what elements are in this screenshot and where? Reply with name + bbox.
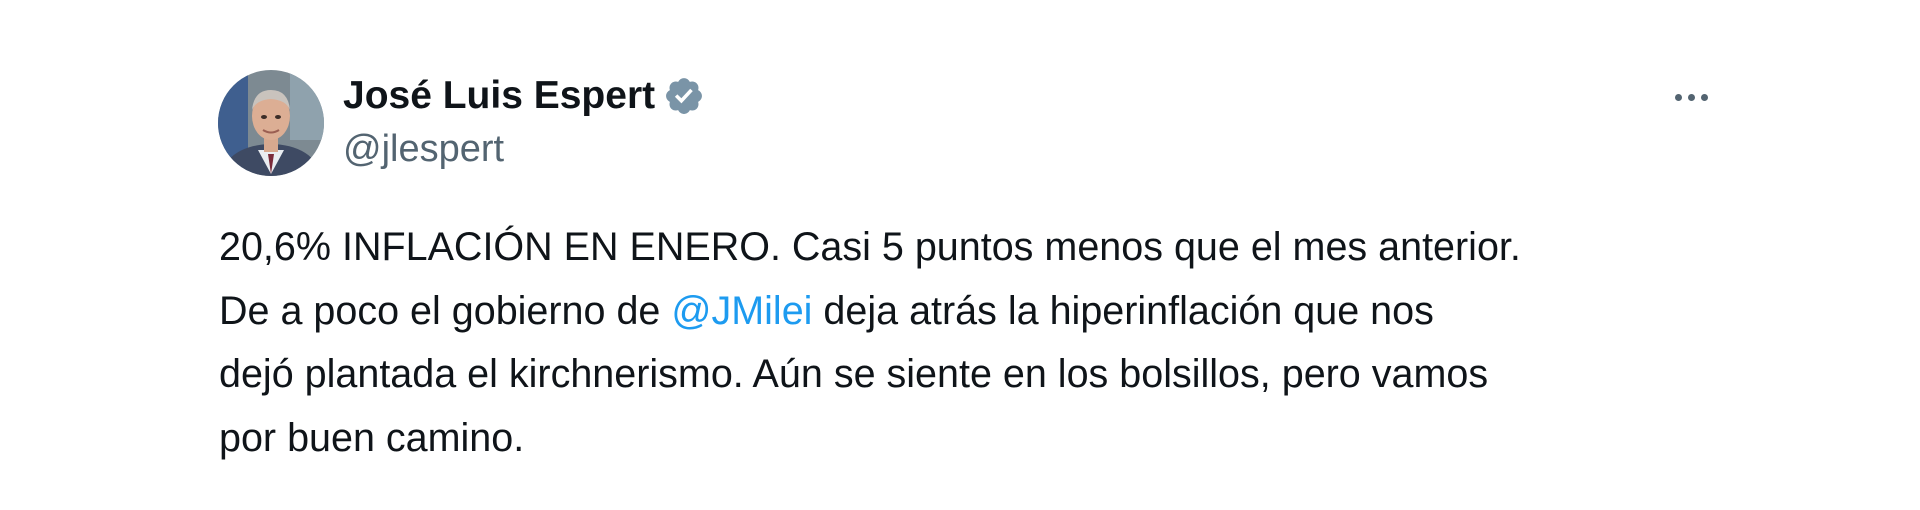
- avatar-image: [218, 70, 324, 176]
- tweet-card: José Luis Espert @jlespert 20,6% INFLACI…: [0, 0, 1920, 510]
- tweet-text-segment: De a poco el gobierno de: [219, 288, 672, 333]
- tweet-line: De a poco el gobierno de @JMilei deja at…: [219, 280, 1739, 344]
- more-horizontal-icon: [1674, 93, 1708, 101]
- verified-badge-icon: [663, 75, 705, 117]
- avatar[interactable]: [218, 70, 324, 176]
- tweet-text: 20,6% INFLACIÓN EN ENERO. Casi 5 puntos …: [219, 216, 1739, 470]
- tweet-line: dejó plantada el kirchnerismo. Aún se si…: [219, 352, 1489, 396]
- more-options-button[interactable]: [1664, 80, 1718, 114]
- tweet-line: 20,6% INFLACIÓN EN ENERO. Casi 5 puntos …: [219, 225, 1521, 269]
- author-name-row[interactable]: José Luis Espert: [343, 72, 705, 120]
- mention-link[interactable]: @JMilei: [671, 289, 812, 333]
- author-display-name[interactable]: José Luis Espert: [343, 72, 655, 120]
- tweet-line: por buen camino.: [219, 415, 525, 460]
- author-handle[interactable]: @jlespert: [343, 126, 504, 172]
- tweet-text-segment: deja atrás la hiperinflación que nos: [812, 288, 1434, 333]
